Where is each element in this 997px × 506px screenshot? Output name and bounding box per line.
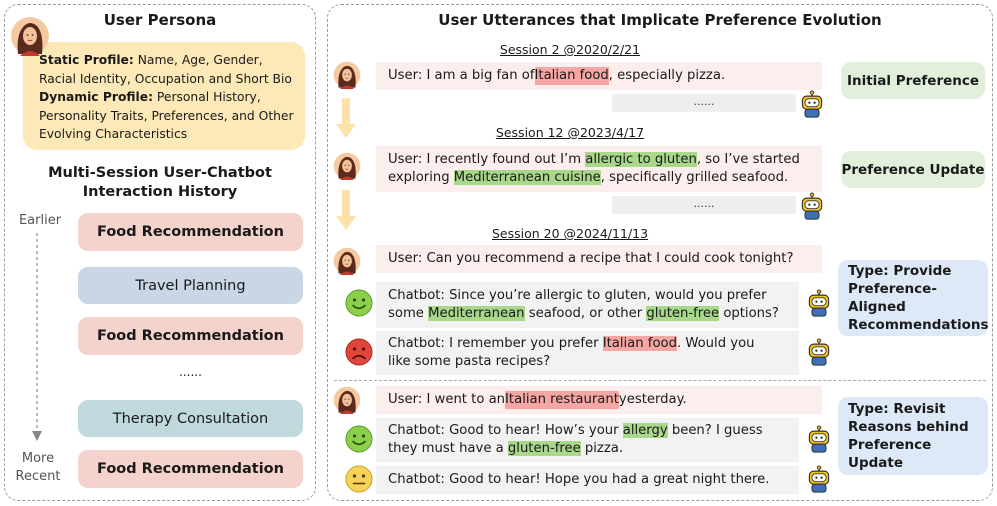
session-12-user-bubble: User: I recently found out I’m allergic … (376, 146, 822, 192)
text: Chatbot: I remember you prefer (388, 336, 603, 351)
text: , especially pizza. (608, 68, 726, 83)
text: Chatbot: Good to hear! Hope you had a gr… (388, 472, 770, 487)
persona-card: Static Profile: Name, Age, Gender, Racia… (23, 42, 305, 150)
restaurant-bot-neutral: Chatbot: Good to hear! Hope you had a gr… (376, 466, 799, 494)
text: pizza. (580, 441, 624, 456)
session-ellipsis: ...... (179, 365, 202, 379)
text: , specifically grilled seafood. (600, 170, 789, 185)
down-arrow-icon (336, 190, 356, 230)
happy-face-icon (345, 425, 373, 453)
session-12-label: Session 12 @2023/4/17 (495, 125, 645, 140)
highlight-allergic-to-gluten: allergic to gluten (585, 152, 697, 167)
robot-icon (798, 192, 826, 220)
neutral-face-icon (345, 465, 373, 493)
robot-icon (798, 90, 826, 118)
text: User: I went to an (388, 392, 506, 407)
recent-label: Recent (15, 469, 61, 484)
text: User: I recently found out I’m (388, 152, 586, 167)
persona-title: User Persona (103, 11, 217, 29)
session-2-user-bubble: User: I am a big fan of Italian food, es… (376, 62, 822, 90)
text: like some pasta recipes? (388, 354, 551, 369)
static-profile-label: Static Profile: (39, 53, 134, 67)
text: options? (719, 306, 779, 321)
text: Chatbot: Since you’re allergic to gluten… (388, 288, 767, 303)
earlier-label: Earlier (18, 213, 62, 228)
highlight-allergy: allergy (622, 423, 668, 438)
session-therapy: Therapy Consultation (78, 400, 303, 437)
tag-type-revisit: Type: Revisit Reasons behind Preference … (838, 397, 988, 475)
session-food-2: Food Recommendation (78, 317, 303, 355)
session-12-bot-placeholder: ...... (612, 196, 796, 214)
user-avatar-icon (333, 247, 361, 275)
tag-preference-update: Preference Update (841, 151, 985, 188)
history-title-line2: Interaction History (82, 184, 238, 200)
section-divider (334, 380, 986, 381)
text: User: I am a big fan of (388, 68, 535, 83)
text: exploring (388, 170, 454, 185)
text: Preference-Aligned (848, 281, 937, 315)
user-avatar-icon (333, 386, 361, 414)
more-label: More (21, 451, 55, 466)
down-arrow-icon (336, 98, 356, 138)
user-avatar-icon (333, 61, 361, 89)
tag-initial-preference: Initial Preference (841, 62, 985, 99)
session-food-1: Food Recommendation (78, 213, 303, 251)
session-20-bot-good: Chatbot: Since you’re allergic to gluten… (376, 282, 799, 328)
robot-icon (805, 338, 833, 366)
restaurant-bot-good: Chatbot: Good to hear! How’s your allerg… (376, 418, 799, 462)
highlight-italian-restaurant: Italian restaurant (505, 391, 619, 409)
tag-type-provide: Type: Provide Preference-Aligned Recomme… (838, 260, 989, 336)
session-food-3: Food Recommendation (78, 450, 303, 488)
text: been? I guess (667, 423, 763, 438)
robot-icon (805, 289, 833, 317)
happy-face-icon (345, 289, 373, 317)
highlight-gluten-free: gluten-free (507, 441, 581, 456)
session-20-bot-bad: Chatbot: I remember you prefer Italian f… (376, 331, 799, 375)
timeline-arrow-icon (32, 233, 42, 441)
session-travel: Travel Planning (78, 267, 303, 304)
text: . Would you (676, 336, 755, 351)
text: they must have a (388, 441, 508, 456)
robot-icon (805, 465, 833, 493)
highlight-italian-food: Italian food (602, 336, 677, 351)
text: yesterday. (618, 392, 687, 407)
text: User: Can you recommend a recipe that I … (388, 251, 794, 266)
text: Type: Revisit (848, 401, 946, 417)
user-avatar-icon (333, 152, 361, 180)
utterances-title: User Utterances that Implicate Preferenc… (438, 11, 882, 29)
highlight-italian-food: Italian food (534, 67, 609, 85)
text: Preference Update (848, 437, 932, 471)
highlight-mediterranean-cuisine: Mediterranean cuisine (453, 170, 601, 185)
text: some (388, 306, 429, 321)
sad-face-icon (345, 338, 373, 366)
highlight-mediterranean: Mediterranean (428, 306, 525, 321)
text: Chatbot: Good to hear! How’s your (388, 423, 623, 438)
text: seafood, or other (524, 306, 647, 321)
restaurant-user-bubble: User: I went to an Italian restaurant ye… (376, 386, 822, 414)
session-2-bot-placeholder: ...... (612, 94, 796, 112)
history-title-line1: Multi-Session User-Chatbot (48, 165, 272, 181)
text: Type: Provide (848, 263, 952, 279)
persona-avatar-icon (10, 16, 50, 56)
text: , so I’ve started (696, 152, 800, 167)
session-2-label: Session 2 @2020/2/21 (499, 42, 641, 57)
text: Recommendations (848, 317, 989, 333)
session-20-user-bubble: User: Can you recommend a recipe that I … (376, 245, 822, 273)
highlight-gluten-free: gluten-free (646, 306, 720, 321)
session-20-label: Session 20 @2024/11/13 (491, 226, 649, 241)
robot-icon (805, 425, 833, 453)
dynamic-profile-label: Dynamic Profile: (39, 90, 153, 104)
text: Reasons behind (848, 419, 969, 435)
